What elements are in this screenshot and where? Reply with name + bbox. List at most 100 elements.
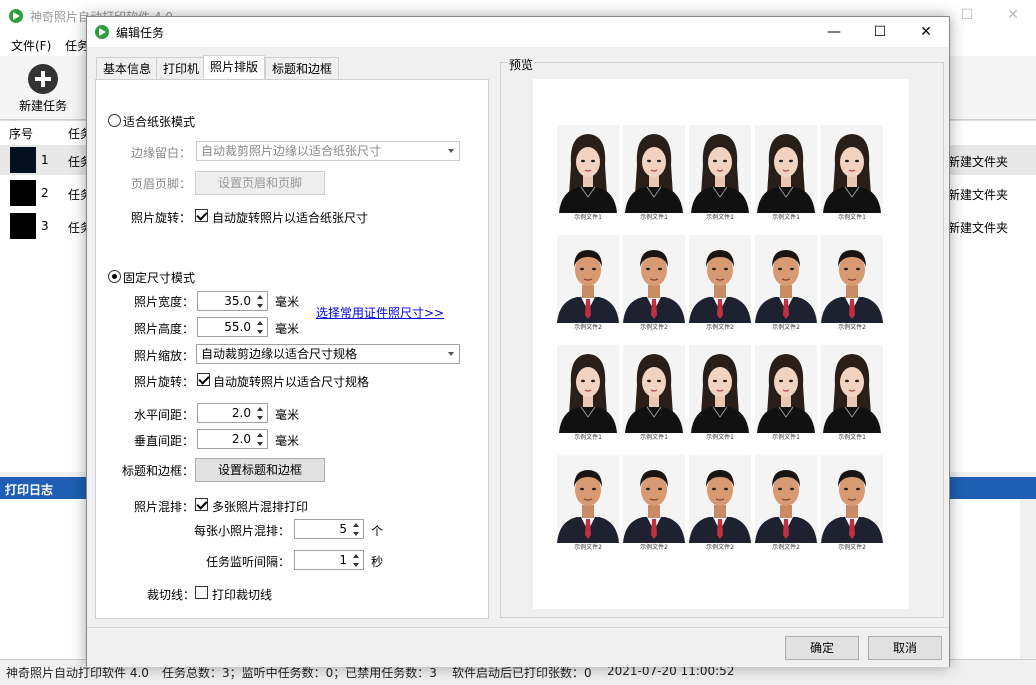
dialog-minimize-button[interactable]: — bbox=[811, 17, 857, 47]
scale-select-value: 自动裁剪边缘以适合尺寸规格 bbox=[201, 347, 358, 361]
spin-down-icon[interactable] bbox=[254, 440, 266, 448]
dialog-title-bar: 编辑任务 — ☐ ✕ bbox=[87, 17, 949, 47]
tab-basic-info[interactable]: 基本信息 bbox=[96, 57, 159, 79]
new-task-button[interactable]: 新建任务 bbox=[10, 62, 76, 116]
fixed-mode-label: 固定尺寸模式 bbox=[123, 271, 196, 285]
main-restore-button[interactable]: ☐ bbox=[944, 0, 990, 32]
interval-input[interactable]: 1 bbox=[294, 550, 364, 570]
spin-down-icon[interactable] bbox=[254, 328, 266, 336]
preview-photo-woman: 示例文件1 bbox=[557, 345, 619, 442]
per-sheet-input[interactable]: 5 bbox=[294, 519, 364, 539]
cancel-button[interactable]: 取消 bbox=[868, 636, 942, 660]
photo-width-label: 照片宽度： bbox=[134, 295, 195, 309]
margin-select[interactable]: 自动裁剪照片边缘以适合纸张尺寸 bbox=[196, 141, 460, 161]
task-index: 3 bbox=[41, 219, 49, 233]
preview-photo-woman: 示例文件1 bbox=[821, 345, 883, 442]
fit-mode-label: 适合纸张模式 bbox=[123, 115, 196, 129]
log-scrollbar[interactable] bbox=[1020, 499, 1036, 659]
fixed-rotate-text: 自动旋转照片以适合尺寸规格 bbox=[213, 375, 370, 389]
per-sheet-label: 每张小照片混排： bbox=[194, 524, 291, 538]
photo-layout-panel: 适合纸张模式 边缘留白： 自动裁剪照片边缘以适合纸张尺寸 页眉页脚： 设置页眉和… bbox=[95, 79, 489, 619]
preview-photo-caption: 示例文件2 bbox=[838, 324, 866, 331]
photo-height-input[interactable]: 55.0 bbox=[197, 317, 268, 337]
mix-checkbox[interactable] bbox=[195, 498, 208, 511]
title-border-label: 标题和边框： bbox=[122, 464, 195, 478]
preview-photo-caption: 示例文件2 bbox=[706, 544, 734, 551]
preview-photo-caption: 示例文件1 bbox=[838, 214, 866, 221]
dialog-title: 编辑任务 bbox=[116, 26, 165, 40]
scale-select[interactable]: 自动裁剪边缘以适合尺寸规格 bbox=[196, 344, 460, 364]
hgap-unit: 毫米 bbox=[275, 408, 300, 422]
task-index: 2 bbox=[41, 186, 49, 200]
height-unit: 毫米 bbox=[275, 322, 300, 336]
spin-up-icon[interactable] bbox=[254, 405, 266, 413]
preview-photo-caption: 示例文件1 bbox=[772, 434, 800, 441]
spin-up-icon[interactable] bbox=[254, 293, 266, 301]
preview-photo-caption: 示例文件2 bbox=[772, 324, 800, 331]
mix-label: 照片混排： bbox=[134, 500, 195, 514]
per-sheet-unit: 个 bbox=[371, 524, 384, 538]
spin-up-icon[interactable] bbox=[254, 319, 266, 327]
spin-up-icon[interactable] bbox=[350, 521, 362, 529]
preview-photo-man: 示例文件2 bbox=[557, 235, 619, 332]
task-thumbnail bbox=[10, 180, 36, 206]
vgap-input[interactable]: 2.0 bbox=[197, 429, 268, 449]
fit-rotate-text: 自动旋转照片以适合纸张尺寸 bbox=[212, 211, 369, 225]
dialog-maximize-button[interactable]: ☐ bbox=[857, 17, 903, 47]
header-footer-button[interactable]: 设置页眉和页脚 bbox=[195, 171, 325, 195]
chevron-down-icon bbox=[448, 149, 454, 153]
spin-up-icon[interactable] bbox=[350, 552, 362, 560]
dialog-app-icon bbox=[95, 25, 109, 39]
col-header-index[interactable]: 序号 bbox=[9, 125, 33, 142]
spin-down-icon[interactable] bbox=[350, 561, 362, 569]
tab-title-border[interactable]: 标题和边框 bbox=[265, 57, 340, 79]
spin-down-icon[interactable] bbox=[254, 414, 266, 422]
preview-photo-caption: 示例文件2 bbox=[574, 544, 602, 551]
preview-photo-man: 示例文件2 bbox=[821, 455, 883, 552]
preview-photo-man: 示例文件2 bbox=[755, 235, 817, 332]
fit-mode-radio[interactable] bbox=[108, 114, 121, 127]
cut-line-checkbox[interactable] bbox=[195, 586, 208, 599]
tab-printer[interactable]: 打印机 bbox=[156, 57, 207, 79]
tab-photo-layout[interactable]: 照片排版 bbox=[203, 55, 266, 80]
fixed-mode-radio[interactable] bbox=[108, 270, 121, 283]
preview-photo-caption: 示例文件2 bbox=[640, 324, 668, 331]
spin-down-icon[interactable] bbox=[350, 530, 362, 538]
vgap-unit: 毫米 bbox=[275, 434, 300, 448]
spin-up-icon[interactable] bbox=[254, 431, 266, 439]
task-index: 1 bbox=[41, 153, 49, 167]
preview-photo-caption: 示例文件1 bbox=[706, 434, 734, 441]
preview-photo-caption: 示例文件1 bbox=[772, 214, 800, 221]
preview-photo-woman: 示例文件1 bbox=[821, 125, 883, 222]
preview-photo-woman: 示例文件1 bbox=[689, 345, 751, 442]
photo-height-label: 照片高度： bbox=[134, 322, 195, 336]
width-unit: 毫米 bbox=[275, 295, 300, 309]
ok-button[interactable]: 确定 bbox=[785, 636, 859, 660]
preview-photo-caption: 示例文件2 bbox=[772, 544, 800, 551]
preview-photo-woman: 示例文件1 bbox=[623, 345, 685, 442]
preview-photo-man: 示例文件2 bbox=[821, 235, 883, 332]
spin-down-icon[interactable] bbox=[254, 302, 266, 310]
dialog-close-button[interactable]: ✕ bbox=[903, 17, 949, 47]
margin-label: 边缘留白： bbox=[131, 146, 192, 160]
fit-rotate-checkbox[interactable] bbox=[195, 209, 208, 222]
app-icon bbox=[9, 9, 23, 23]
hgap-label: 水平间距： bbox=[134, 408, 195, 422]
margin-select-value: 自动裁剪照片边缘以适合纸张尺寸 bbox=[201, 144, 382, 158]
main-close-button[interactable]: ✕ bbox=[990, 0, 1036, 32]
preview-photo-caption: 示例文件2 bbox=[574, 324, 602, 331]
preview-photo-caption: 示例文件1 bbox=[640, 214, 668, 221]
fixed-rotate-label: 照片旋转： bbox=[134, 375, 195, 389]
cut-line-text: 打印裁切线 bbox=[212, 588, 273, 602]
interval-unit: 秒 bbox=[371, 555, 384, 569]
preview-photo-woman: 示例文件1 bbox=[755, 345, 817, 442]
scale-label: 照片缩放： bbox=[134, 349, 195, 363]
task-folder: 新建文件夹 bbox=[948, 221, 1009, 235]
fixed-rotate-checkbox[interactable] bbox=[197, 373, 210, 386]
title-border-button[interactable]: 设置标题和边框 bbox=[195, 458, 325, 482]
hgap-input[interactable]: 2.0 bbox=[197, 403, 268, 423]
preset-size-link[interactable]: 选择常用证件照尺寸>> bbox=[316, 304, 444, 321]
photo-width-input[interactable]: 35.0 bbox=[197, 291, 268, 311]
menu-file[interactable]: 文件(F) bbox=[11, 37, 51, 54]
preview-paper: 示例文件1 示例文件1 示例文件1 示例文件1 示例文件1 示例文件2 示例文件2 示例文件2… bbox=[533, 79, 909, 609]
